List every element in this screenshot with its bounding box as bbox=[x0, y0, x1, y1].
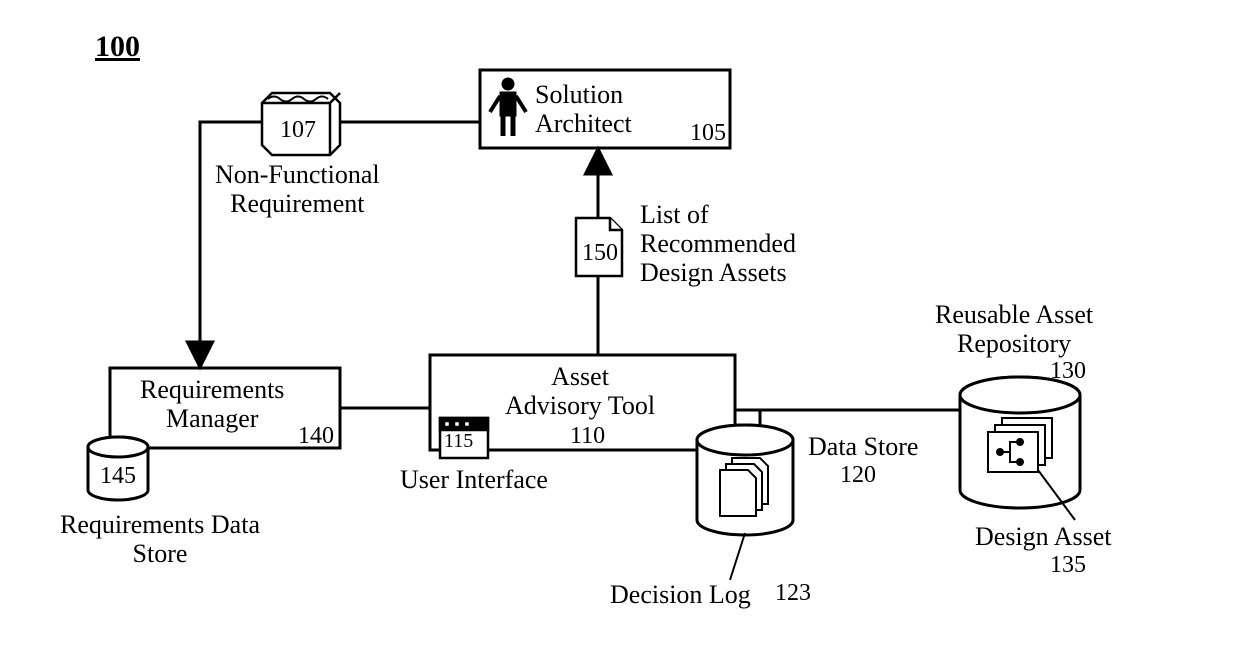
ui-ref: 115 bbox=[444, 430, 473, 452]
req-ds-label: Requirements Data Store bbox=[60, 510, 260, 568]
design-asset-label: Design Asset bbox=[975, 522, 1112, 551]
solution-architect-label: Solution Architect bbox=[535, 80, 632, 138]
repo-ref: 130 bbox=[1050, 358, 1086, 385]
decision-log-ref: 123 bbox=[775, 580, 811, 607]
req-mgr-ref: 140 bbox=[298, 423, 334, 450]
data-store-label: Data Store bbox=[808, 432, 918, 461]
decision-log-label: Decision Log bbox=[610, 580, 751, 609]
rec-list-label: List of Recommended Design Assets bbox=[640, 200, 796, 287]
solution-architect-ref: 105 bbox=[690, 120, 726, 147]
req-ds-ref: 145 bbox=[100, 463, 136, 490]
data-store-ref: 120 bbox=[840, 462, 876, 489]
person-icon bbox=[490, 78, 526, 136]
arrow-nfr-to-reqmgr bbox=[200, 122, 262, 368]
ui-label: User Interface bbox=[400, 465, 548, 494]
nfr-label: Non-Functional Requirement bbox=[215, 160, 380, 218]
req-mgr-label: Requirements Manager bbox=[140, 375, 284, 433]
design-asset-cards-icon bbox=[988, 418, 1052, 472]
repo-label: Reusable Asset Repository bbox=[935, 300, 1093, 358]
asset-tool-label: Asset Advisory Tool bbox=[505, 362, 655, 420]
rec-list-ref: 150 bbox=[582, 240, 618, 267]
nfr-ref: 107 bbox=[280, 117, 316, 144]
decision-log-docs-icon bbox=[720, 458, 768, 516]
design-asset-ref: 135 bbox=[1050, 552, 1086, 579]
asset-tool-ref: 110 bbox=[570, 423, 605, 450]
pointer-decision-log bbox=[730, 533, 745, 580]
